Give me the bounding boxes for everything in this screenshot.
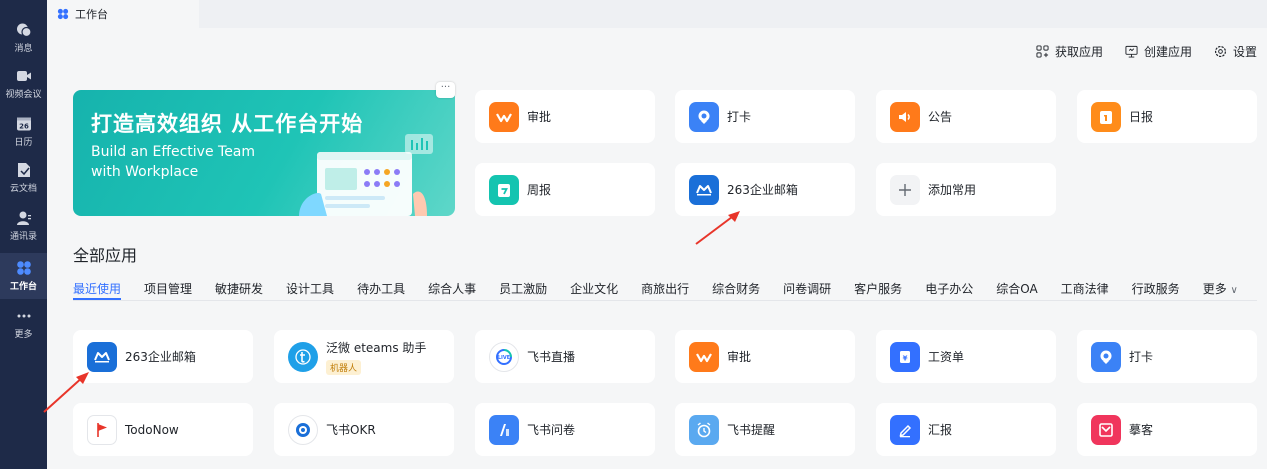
svg-text:26: 26 xyxy=(19,123,29,131)
sidebar-item-more[interactable]: 更多 xyxy=(0,302,47,346)
category-oa[interactable]: 综合OA xyxy=(996,280,1037,298)
category-customer-service[interactable]: 客户服务 xyxy=(854,280,902,298)
category-admin[interactable]: 行政服务 xyxy=(1132,280,1180,298)
category-design-tools[interactable]: 设计工具 xyxy=(286,280,334,298)
workbench-icon xyxy=(16,261,31,275)
app-moke[interactable]: 摹客 xyxy=(1077,403,1257,456)
category-employee-incentive[interactable]: 员工激励 xyxy=(499,280,547,298)
svg-text:¥: ¥ xyxy=(903,354,908,362)
tab-workbench[interactable]: 工作台 xyxy=(47,0,199,28)
pen-icon xyxy=(890,414,920,445)
banner-more-button[interactable]: ··· xyxy=(436,82,455,98)
moke-icon xyxy=(1091,414,1121,445)
add-common-app-button[interactable]: 添加常用 xyxy=(876,163,1056,216)
monitor-icon xyxy=(1125,45,1138,58)
common-app-daily-report[interactable]: 日报 xyxy=(1077,90,1257,143)
tab-bar: 工作台 xyxy=(47,0,1267,28)
sidebar-item-messages[interactable]: 消息 xyxy=(0,16,47,60)
location-pin-icon xyxy=(689,101,719,132)
get-app-button[interactable]: 获取应用 xyxy=(1036,43,1103,60)
app-approval[interactable]: 审批 xyxy=(675,330,855,383)
category-todo-tools[interactable]: 待办工具 xyxy=(357,280,405,298)
category-corporate-culture[interactable]: 企业文化 xyxy=(570,280,618,298)
sidebar-item-workbench[interactable]: 工作台 xyxy=(0,253,47,299)
app-feishu-okr[interactable]: 飞书OKR xyxy=(274,403,454,456)
approval-icon xyxy=(689,341,719,372)
common-app-approval[interactable]: 审批 xyxy=(475,90,655,143)
sidebar-item-docs[interactable]: 云文档 xyxy=(0,156,47,200)
all-apps-title: 全部应用 xyxy=(73,246,138,265)
speaker-icon xyxy=(890,101,920,132)
sidebar: 消息 视频会议 26 日历 云文档 通讯录 工作台 更多 xyxy=(0,0,47,469)
category-finance[interactable]: 综合财务 xyxy=(712,280,760,298)
dashboard-illustration-icon xyxy=(299,134,433,216)
sidebar-item-contacts[interactable]: 通讯录 xyxy=(0,204,47,248)
sidebar-item-video-meeting[interactable]: 视频会议 xyxy=(0,62,47,106)
app-checkin[interactable]: 打卡 xyxy=(1077,330,1257,383)
mail-263-icon xyxy=(689,174,719,205)
main-area: 工作台 获取应用 创建应用 设置 打造高效组织 从工作台开始 Build an … xyxy=(47,0,1267,469)
common-app-checkin[interactable]: 打卡 xyxy=(675,90,855,143)
sidebar-item-calendar[interactable]: 26 日历 xyxy=(0,110,47,154)
divider xyxy=(73,300,1257,301)
category-business-travel[interactable]: 商旅出行 xyxy=(641,280,689,298)
approval-icon xyxy=(489,101,519,132)
calendar-icon: 26 xyxy=(16,117,31,131)
app-feishu-reminder[interactable]: 飞书提醒 xyxy=(675,403,855,456)
apps-grid-icon xyxy=(1036,45,1049,58)
workbench-icon xyxy=(57,8,69,20)
common-app-weekly-report[interactable]: 周报 xyxy=(475,163,655,216)
svg-text:LIVE: LIVE xyxy=(498,355,511,361)
eteams-icon xyxy=(288,341,318,372)
category-tabs: 最近使用 项目管理 敏捷研发 设计工具 待办工具 综合人事 员工激励 企业文化 … xyxy=(73,280,1261,298)
live-icon: LIVE xyxy=(489,341,519,372)
category-survey[interactable]: 问卷调研 xyxy=(783,280,831,298)
location-pin-icon xyxy=(1091,341,1121,372)
app-feishu-live[interactable]: LIVE 飞书直播 xyxy=(475,330,655,383)
top-actions: 获取应用 创建应用 设置 xyxy=(1036,43,1257,60)
common-app-263-mail[interactable]: 263企业邮箱 xyxy=(675,163,855,216)
app-payslip[interactable]: ¥ 工资单 xyxy=(876,330,1056,383)
workbench-banner[interactable]: 打造高效组织 从工作台开始 Build an Effective Team wi… xyxy=(73,90,455,216)
category-legal[interactable]: 工商法律 xyxy=(1061,280,1109,298)
doc-icon xyxy=(17,163,30,177)
app-report[interactable]: 汇报 xyxy=(876,403,1056,456)
category-agile-dev[interactable]: 敏捷研发 xyxy=(215,280,263,298)
chevron-down-icon: ∨ xyxy=(1230,285,1238,296)
survey-icon xyxy=(489,414,519,445)
category-project-management[interactable]: 项目管理 xyxy=(144,280,192,298)
gear-icon xyxy=(1214,45,1227,58)
more-dots-icon xyxy=(17,314,30,318)
video-icon xyxy=(16,71,31,81)
settings-button[interactable]: 设置 xyxy=(1214,43,1257,60)
plus-icon xyxy=(890,174,920,205)
category-recent[interactable]: 最近使用 xyxy=(73,280,121,298)
create-app-button[interactable]: 创建应用 xyxy=(1125,43,1192,60)
alarm-clock-icon xyxy=(689,414,719,445)
payslip-icon: ¥ xyxy=(890,341,920,372)
app-eteams-assistant[interactable]: 泛微 eteams 助手 机器人 xyxy=(274,330,454,383)
banner-subtitle: Build an Effective Team with Workplace xyxy=(91,144,256,180)
app-263-mail[interactable]: 263企业邮箱 xyxy=(73,330,253,383)
category-hr[interactable]: 综合人事 xyxy=(428,280,476,298)
common-app-announcement[interactable]: 公告 xyxy=(876,90,1056,143)
target-icon xyxy=(288,414,318,445)
tab-label: 工作台 xyxy=(75,8,108,21)
mail-263-icon xyxy=(87,341,117,372)
red-flag-icon xyxy=(87,414,117,445)
contacts-icon xyxy=(16,211,31,225)
app-todonow[interactable]: TodoNow xyxy=(73,403,253,456)
daily-report-icon xyxy=(1091,101,1121,132)
chat-icon xyxy=(16,23,32,38)
weekly-report-icon xyxy=(489,174,519,205)
category-e-office[interactable]: 电子办公 xyxy=(925,280,973,298)
app-feishu-survey[interactable]: 飞书问卷 xyxy=(475,403,655,456)
bot-badge: 机器人 xyxy=(326,359,362,375)
category-more[interactable]: 更多 ∨ xyxy=(1203,280,1238,298)
